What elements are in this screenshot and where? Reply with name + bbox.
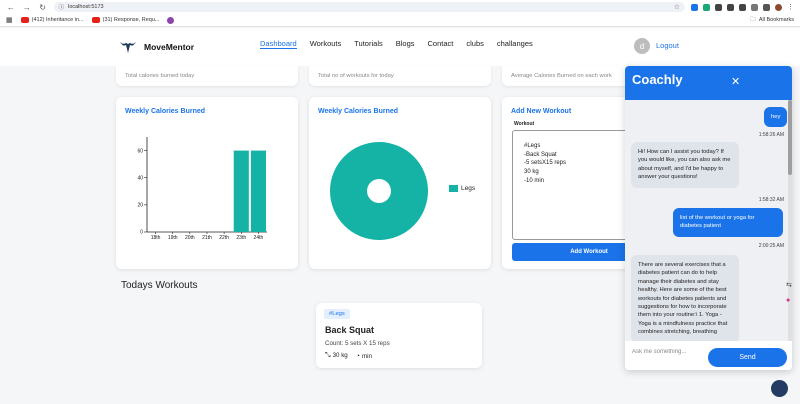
x-tick-label: 23th <box>236 235 246 241</box>
x-tick-label: 20th <box>185 235 195 241</box>
x-tick-label: 21th <box>202 235 212 241</box>
exercise-count: Count: 5 sets X 15 reps <box>325 340 390 347</box>
exercise-name: Back Squat <box>325 325 375 335</box>
chat-messages[interactable]: hey 1:58:26 AM Hi! How can I assist you … <box>625 100 792 341</box>
chat-scrollbar[interactable] <box>788 100 792 341</box>
chat-input-row: Send <box>625 341 792 370</box>
extension-icon[interactable] <box>738 3 746 11</box>
extension-icon[interactable] <box>690 3 698 11</box>
extension-icon[interactable] <box>702 3 710 11</box>
exercise-meta: ⤡ 30 kg ◔ min <box>325 352 372 360</box>
chat-message-bot: Hi! How can I assist you today? If you w… <box>631 142 739 188</box>
legend-swatch-legs <box>449 185 458 192</box>
puzzle-icon[interactable] <box>750 3 758 11</box>
nav-clubs[interactable]: clubs <box>466 39 484 49</box>
chat-timestamp: 1:58:32 AM <box>758 197 784 203</box>
y-tick-label: 60 <box>137 148 143 154</box>
close-icon[interactable]: ✕ <box>731 75 740 88</box>
bookmark-app-icon[interactable] <box>167 16 175 24</box>
nav-contact[interactable]: Contact <box>428 39 454 49</box>
nav-tutorials[interactable]: Tutorials <box>354 39 382 49</box>
chat-scroll-thumb[interactable] <box>788 100 792 175</box>
logout-button[interactable]: Logout <box>656 41 679 50</box>
stat-card-average-calories: Average Calories Burned on each work <box>502 66 642 86</box>
timer-icon: ◔ <box>355 352 360 360</box>
folder-icon: 🗀 <box>750 16 756 23</box>
download-icon[interactable] <box>762 3 770 11</box>
chat-message-user: hey <box>764 107 788 128</box>
browser-toolbar: ← → ↻ ⓘ localhost:5173 ☆ ⋮ <box>0 0 800 14</box>
extension-icon[interactable] <box>714 3 722 11</box>
url-text: localhost:5173 <box>68 4 104 10</box>
add-workout-title: Add New Workout <box>511 108 572 115</box>
chat-header: Coachly ✕ <box>625 66 792 100</box>
nav-dashboard[interactable]: Dashboard <box>260 39 297 49</box>
apps-grid-icon[interactable]: ▦ <box>6 16 13 24</box>
all-bookmarks[interactable]: 🗀 All Bookmarks <box>750 16 794 25</box>
x-tick-label: 18th <box>151 235 161 241</box>
coachly-chat-panel: Coachly ✕ hey 1:58:26 AM Hi! How can I a… <box>625 66 792 370</box>
dumbbell-icon: ⤡ <box>325 352 331 359</box>
assistant-fab-icon[interactable] <box>771 380 788 397</box>
address-bar[interactable]: ⓘ localhost:5173 ☆ <box>53 2 685 12</box>
donut-legend: Legs <box>449 185 475 192</box>
y-tick-label: 0 <box>140 230 143 236</box>
bar-23th <box>233 150 249 232</box>
brand-logo[interactable]: MoveMentor <box>118 37 194 57</box>
stat-card-calories-today: Total calories burned today <box>116 66 298 86</box>
profile-avatar[interactable] <box>774 3 782 11</box>
workout-tag: #Legs <box>324 309 350 319</box>
y-tick-label: 20 <box>137 203 143 209</box>
bookmark-item[interactable]: (412) Inheritance in... <box>20 17 84 23</box>
weekly-calories-bar-chart: 0 20 40 60 18th 19th 20th 21th 22th 23th 24th <box>137 137 267 241</box>
workout-label: Workout <box>514 121 535 127</box>
workout-card[interactable]: #Legs Back Squat Count: 5 sets X 15 reps… <box>316 303 482 368</box>
chat-message-user: list of the workout or yoga for diabetes… <box>673 208 783 237</box>
weekly-calories-bar-card: Weekly Calories Burned 0 20 40 60 18th 19th 20… <box>116 97 298 269</box>
chat-title: Coachly <box>632 72 683 87</box>
user-avatar[interactable]: d <box>634 38 650 54</box>
bookmark-item[interactable]: (31) Response, Requ... <box>91 17 159 23</box>
bull-logo-icon <box>120 42 136 53</box>
side-extension-icon[interactable]: ● <box>786 297 790 304</box>
bookmarks-bar: ▦ (412) Inheritance in... (31) Response,… <box>0 14 800 27</box>
stat-card-workouts-today: Total no of workouts for today <box>309 66 491 86</box>
donut-slice-legs <box>330 142 428 240</box>
nav-challanges[interactable]: challanges <box>497 39 533 49</box>
x-tick-label: 19th <box>168 235 178 241</box>
nav-workouts[interactable]: Workouts <box>310 39 342 49</box>
back-icon[interactable]: ← <box>6 2 16 12</box>
extensions: ⋮ <box>690 3 794 11</box>
add-workout-card: Add New Workout Workout #Legs -Back Squa… <box>502 97 702 269</box>
legend-label-legs: Legs <box>461 185 476 192</box>
weight-meta: ⤡ 30 kg <box>325 352 348 359</box>
chat-timestamp: 2:00:25 AM <box>758 243 784 249</box>
reload-icon[interactable]: ↻ <box>38 2 48 12</box>
weekly-calories-donut-card: Weekly Calories Burned Legs <box>309 97 491 269</box>
side-translate-icon[interactable]: ⇆ <box>786 281 792 289</box>
chat-input[interactable] <box>632 349 712 355</box>
extension-icon[interactable] <box>726 3 734 11</box>
youtube-icon <box>91 17 100 23</box>
send-button[interactable]: Send <box>708 348 787 367</box>
bookmark-star-icon[interactable]: ☆ <box>674 3 680 11</box>
bar-24th <box>250 150 266 232</box>
x-tick-label: 24th <box>254 235 264 241</box>
nav-blogs[interactable]: Blogs <box>396 39 415 49</box>
weekly-calories-donut-chart <box>330 142 428 240</box>
duration-meta: ◔ min <box>355 352 372 360</box>
app-header: MoveMentor Dashboard Workouts Tutorials … <box>0 28 800 66</box>
youtube-icon <box>20 17 29 23</box>
forward-icon[interactable]: → <box>22 2 32 12</box>
x-tick-label: 22th <box>219 235 229 241</box>
y-tick-label: 40 <box>137 175 143 181</box>
menu-kebab-icon[interactable]: ⋮ <box>787 3 794 11</box>
main-nav: Dashboard Workouts Tutorials Blogs Conta… <box>260 39 533 49</box>
chat-timestamp: 1:58:26 AM <box>758 132 784 138</box>
todays-workouts-heading: Todays Workouts <box>121 280 198 291</box>
chat-message-bot: There are several exercises that a diabe… <box>631 255 739 341</box>
info-icon: ⓘ <box>58 5 65 11</box>
